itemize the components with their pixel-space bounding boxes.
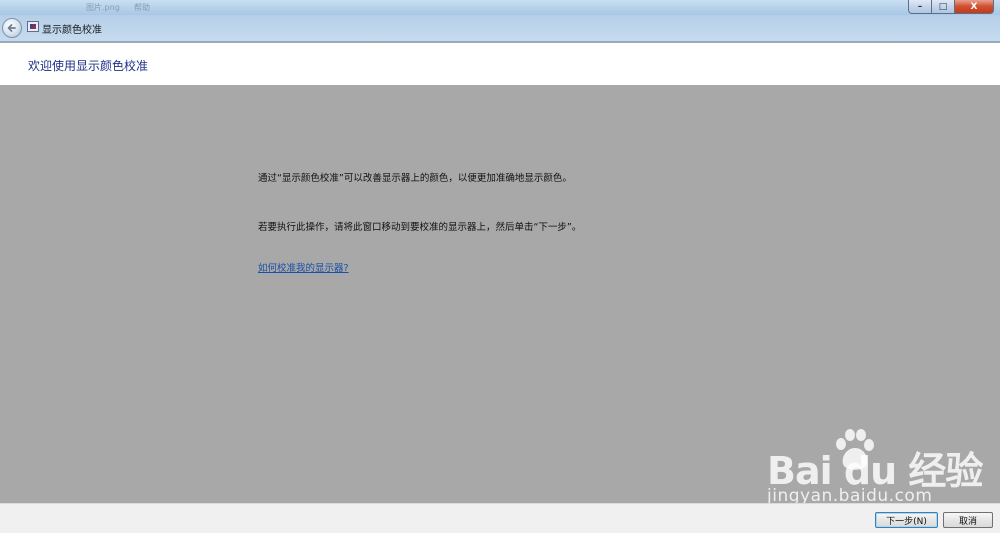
intro-paragraph: 通过“显示颜色校准”可以改善显示器上的颜色，以便更加准确地显示颜色。 bbox=[258, 173, 572, 184]
page-header: 欢迎使用显示颜色校准 bbox=[0, 43, 1000, 85]
footer-bar: 下一步(N) 取消 bbox=[0, 503, 1000, 533]
maximize-icon: □ bbox=[938, 1, 948, 12]
navigation-bar: 显示颜色校准 bbox=[0, 15, 1000, 42]
calibration-window: 图片.png 帮助 – □ X 显示颜色校准 欢迎使用显示颜色校准 通过“显示颜… bbox=[0, 0, 1000, 533]
back-button[interactable] bbox=[2, 18, 22, 38]
page-title: 欢迎使用显示颜色校准 bbox=[28, 59, 149, 73]
minimize-icon: – bbox=[917, 1, 923, 12]
close-button[interactable]: X bbox=[954, 0, 994, 14]
next-button[interactable]: 下一步(N) bbox=[875, 512, 938, 528]
display-color-calibration-icon bbox=[27, 21, 39, 32]
titlebar-bg-text-1: 图片.png bbox=[86, 3, 120, 12]
window-title: 显示颜色校准 bbox=[42, 25, 102, 36]
baidu-jingyan-watermark: Bai du 经验 jingyan.baidu.com bbox=[765, 428, 985, 513]
titlebar-bg-text-2: 帮助 bbox=[134, 3, 150, 12]
instruction-paragraph: 若要执行此操作，请将此窗口移动到要校准的显示器上，然后单击“下一步”。 bbox=[258, 222, 582, 233]
back-arrow-icon bbox=[7, 24, 16, 32]
cancel-button[interactable]: 取消 bbox=[943, 512, 993, 528]
minimize-button[interactable]: – bbox=[908, 0, 931, 14]
maximize-button[interactable]: □ bbox=[931, 0, 954, 14]
close-icon: X bbox=[970, 1, 978, 12]
title-bar[interactable]: 图片.png 帮助 – □ X bbox=[0, 0, 1000, 15]
caption-buttons: – □ X bbox=[908, 0, 994, 14]
help-link[interactable]: 如何校准我的显示器? bbox=[258, 260, 349, 274]
